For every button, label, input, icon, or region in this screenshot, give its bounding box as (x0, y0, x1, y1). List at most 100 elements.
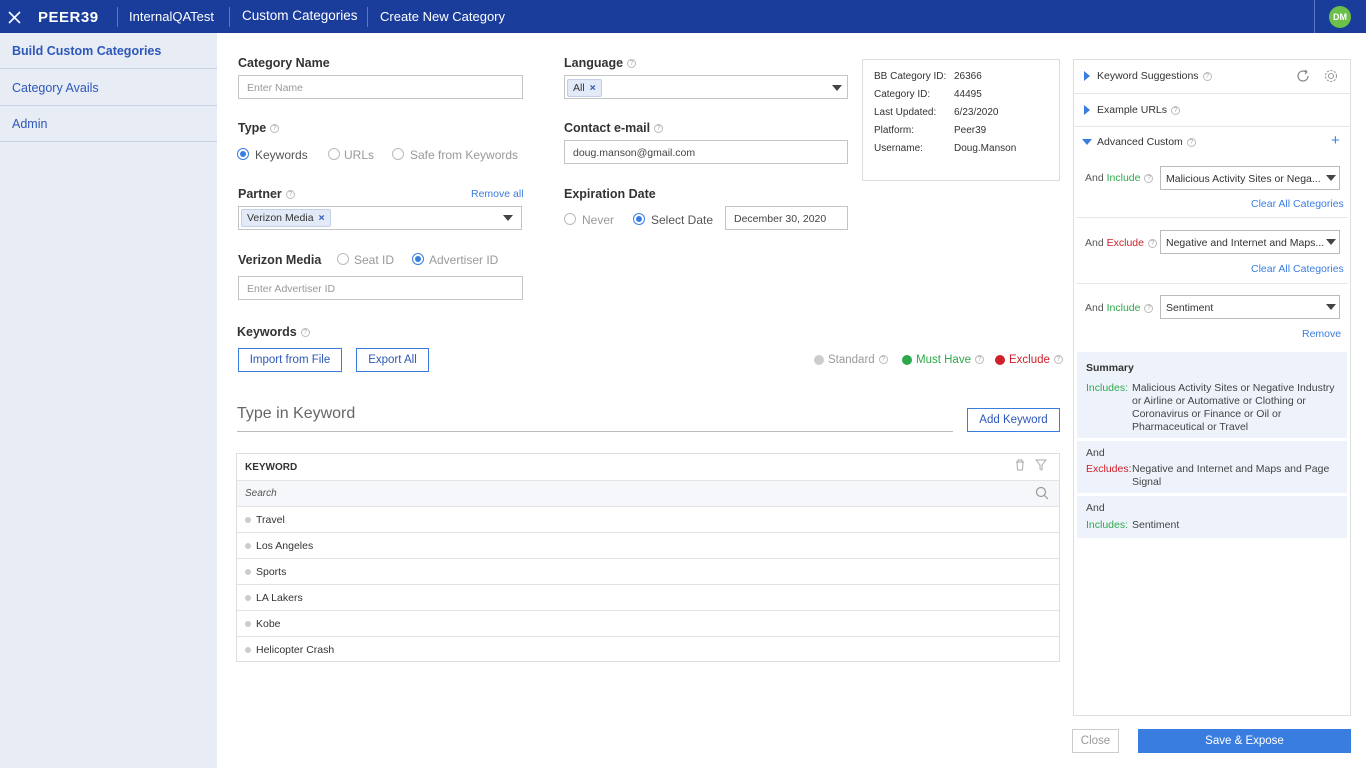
help-icon[interactable]: ? (1147, 238, 1157, 248)
keyword-suggestions-title[interactable]: Keyword Suggestions? (1097, 70, 1212, 82)
category-info-box: BB Category ID: 26366 Category ID: 44495… (862, 59, 1060, 181)
help-icon[interactable]: ? (1144, 173, 1154, 183)
remove-all-link[interactable]: Remove all (471, 188, 524, 200)
clear-all-categories-link[interactable]: Clear All Categories (1251, 198, 1344, 210)
expiration-select-date-radio[interactable] (633, 213, 645, 225)
clear-all-categories-link[interactable]: Clear All Categories (1251, 263, 1344, 275)
summary-includes-text: Malicious Activity Sites or Negative Ind… (1132, 382, 1335, 433)
filter-icon[interactable] (1035, 459, 1047, 471)
chevron-down-icon[interactable] (1326, 175, 1336, 181)
breadcrumb-account[interactable]: InternalQATest (129, 9, 214, 24)
table-row[interactable]: Kobe (237, 610, 1059, 636)
contact-email-input[interactable]: doug.manson@gmail.com (564, 140, 848, 164)
advanced-custom-header[interactable]: Advanced Custom? + (1074, 127, 1350, 157)
help-icon[interactable]: ? (285, 190, 295, 200)
and-connector: And (1086, 502, 1105, 514)
table-row[interactable]: Travel (237, 506, 1059, 532)
table-row[interactable]: Los Angeles (237, 532, 1059, 558)
keyword-column-header: KEYWORD (245, 462, 298, 473)
example-urls-title[interactable]: Example URLs? (1097, 104, 1181, 116)
expiration-date-input[interactable]: December 30, 2020 (725, 206, 848, 230)
collapse-icon[interactable] (1082, 139, 1092, 145)
example-urls-section[interactable]: Example URLs? (1074, 94, 1350, 127)
help-icon[interactable]: ? (627, 59, 637, 69)
standard-dot-icon[interactable] (245, 595, 251, 601)
summary-block: And Includes: Sentiment (1077, 496, 1347, 538)
sidebar-item-admin[interactable]: Admin (0, 106, 217, 142)
table-row[interactable]: LA Lakers (237, 584, 1059, 610)
table-row[interactable]: Helicopter Crash (237, 636, 1059, 662)
type-safe-label: Safe from Keywords (410, 148, 519, 162)
type-label: Type? (238, 121, 280, 135)
chevron-down-icon[interactable] (832, 85, 842, 91)
type-keywords-radio[interactable] (237, 148, 249, 160)
chevron-down-icon[interactable] (503, 215, 513, 221)
add-condition-icon[interactable]: + (1331, 132, 1340, 149)
help-icon[interactable]: ? (1202, 71, 1212, 81)
help-icon[interactable]: ? (974, 355, 984, 365)
export-all-button[interactable]: Export All (356, 348, 429, 372)
language-select[interactable] (564, 75, 848, 99)
expand-icon[interactable] (1084, 71, 1090, 81)
advertiser-id-radio[interactable] (412, 253, 424, 265)
help-icon[interactable]: ? (1053, 355, 1063, 365)
help-icon[interactable]: ? (654, 124, 664, 134)
help-icon[interactable]: ? (1144, 303, 1154, 313)
standard-dot-icon[interactable] (245, 621, 251, 627)
type-safe-from-keywords-radio[interactable] (392, 148, 404, 160)
help-icon[interactable]: ? (878, 355, 888, 365)
condition-3-select[interactable]: Sentiment (1160, 295, 1340, 319)
exclude-legend: Exclude? (1009, 354, 1063, 366)
remove-chip-icon[interactable]: × (319, 212, 325, 224)
summary-block: And Excludes: Negative and Internet and … (1077, 441, 1347, 493)
help-icon[interactable]: ? (1171, 105, 1181, 115)
remove-chip-icon[interactable]: × (590, 82, 596, 94)
chevron-down-icon[interactable] (1326, 239, 1336, 245)
chevron-down-icon[interactable] (1326, 304, 1336, 310)
advertiser-id-input[interactable]: Enter Advertiser ID (238, 276, 523, 300)
info-value: 44495 (954, 89, 982, 100)
trash-icon[interactable] (1015, 459, 1025, 471)
condition-operator: And Include? (1085, 302, 1154, 314)
condition-1-select[interactable]: Malicious Activity Sites or Nega... (1160, 166, 1340, 190)
standard-legend: Standard? (828, 354, 888, 366)
right-panel: Keyword Suggestions? Example URLs? Advan… (1073, 59, 1351, 716)
keyword-input[interactable]: Type in Keyword (237, 405, 953, 432)
standard-dot-icon[interactable] (245, 517, 251, 523)
sidebar-item-category-avails[interactable]: Category Avails (0, 70, 217, 106)
user-avatar[interactable]: DM (1329, 6, 1351, 28)
summary-title: Summary (1086, 362, 1134, 374)
peer39-logo[interactable]: PEER39 (38, 9, 99, 26)
category-name-input[interactable]: Enter Name (238, 75, 523, 99)
import-from-file-button[interactable]: Import from File (238, 348, 342, 372)
remove-condition-link[interactable]: Remove (1302, 328, 1341, 340)
info-key: Last Updated: (874, 107, 937, 118)
save-expose-button[interactable]: Save & Expose (1138, 729, 1351, 753)
type-urls-radio[interactable] (328, 148, 340, 160)
standard-dot-icon[interactable] (245, 647, 251, 653)
add-keyword-button[interactable]: Add Keyword (967, 408, 1060, 432)
keyword-text: Travel (256, 514, 285, 526)
standard-dot-icon[interactable] (245, 569, 251, 575)
summary-block: Summary Includes: Malicious Activity Sit… (1077, 352, 1347, 438)
seat-id-radio[interactable] (337, 253, 349, 265)
keyword-search-input[interactable]: Search (245, 488, 277, 499)
search-icon[interactable] (1035, 486, 1049, 500)
expiration-never-radio[interactable] (564, 213, 576, 225)
close-button[interactable]: Close (1072, 729, 1119, 753)
refresh-icon[interactable] (1296, 69, 1310, 83)
keyword-suggestions-section[interactable]: Keyword Suggestions? (1074, 60, 1350, 94)
table-row[interactable]: Sports (237, 558, 1059, 584)
help-icon[interactable]: ? (270, 124, 280, 134)
sidebar-item-build-custom-categories[interactable]: Build Custom Categories (0, 33, 217, 69)
help-icon[interactable]: ? (300, 328, 310, 338)
breadcrumb-custom-categories[interactable]: Custom Categories (242, 8, 358, 23)
gear-icon[interactable] (1323, 68, 1339, 84)
advanced-custom-title[interactable]: Advanced Custom? (1097, 136, 1196, 148)
exclude-dot-icon (995, 355, 1005, 365)
close-icon[interactable] (8, 11, 21, 24)
help-icon[interactable]: ? (1186, 137, 1196, 147)
expand-icon[interactable] (1084, 105, 1090, 115)
standard-dot-icon[interactable] (245, 543, 251, 549)
condition-2-select[interactable]: Negative and Internet and Maps... (1160, 230, 1340, 254)
